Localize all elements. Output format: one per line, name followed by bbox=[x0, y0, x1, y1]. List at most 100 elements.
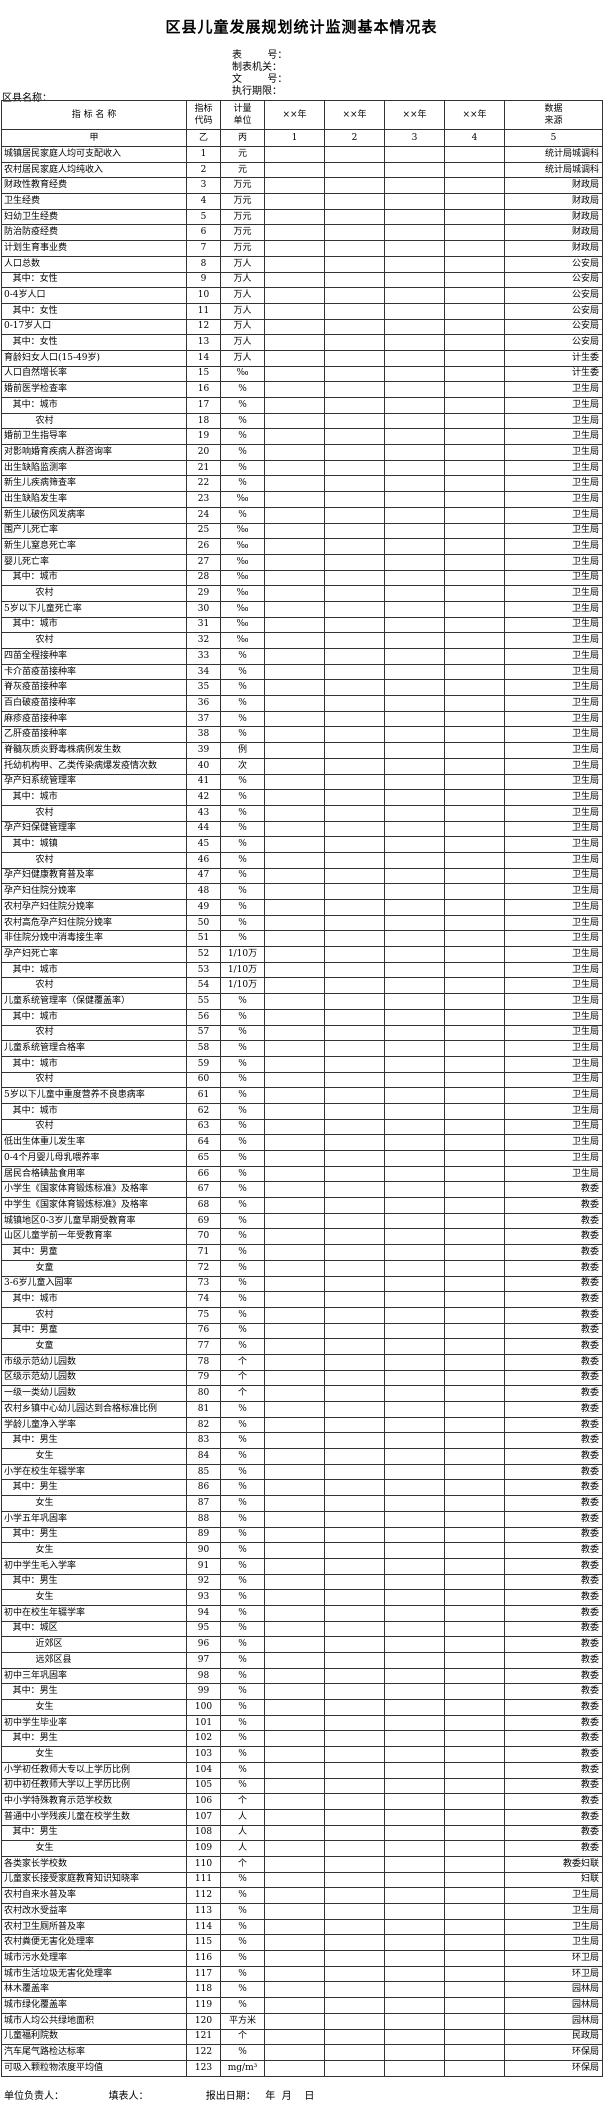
table-row: 居民合格碘盐食用率 66% 卫生局 bbox=[1, 1165, 603, 1183]
table-row: 其中：城市 56% 卫生局 bbox=[1, 1008, 603, 1026]
year-3-value bbox=[384, 1855, 445, 1873]
table-row: 儿童福利院数 121 个 民政局 bbox=[1, 2028, 603, 2046]
year-1-value bbox=[264, 302, 325, 320]
indicator-name: 其中：男生 bbox=[1, 1730, 187, 1748]
indicator-name: 低出生体重儿发生率 bbox=[1, 1134, 187, 1151]
year-4-value bbox=[444, 1134, 505, 1151]
year-4-value bbox=[444, 1699, 505, 1716]
year-4-value bbox=[444, 177, 505, 195]
table-row: 新生儿疾病筛查率 22% 卫生局 bbox=[1, 475, 603, 493]
indicator-code: 51 bbox=[186, 930, 221, 948]
year-3-value bbox=[384, 993, 445, 1010]
data-source: 教委 bbox=[504, 1479, 603, 1497]
year-3-value bbox=[384, 491, 445, 508]
indicator-name: 居民合格碘盐食用率 bbox=[1, 1165, 187, 1183]
year-4-value bbox=[444, 1808, 505, 1826]
indicator-code: 61 bbox=[186, 1087, 221, 1104]
year-2-value bbox=[324, 1746, 385, 1763]
indicator-name: 小学五年巩固率 bbox=[1, 1510, 187, 1528]
data-source: 教委 bbox=[504, 1683, 603, 1701]
year-1-value bbox=[264, 1040, 325, 1057]
year-1-value bbox=[264, 1808, 325, 1826]
year-2-value bbox=[324, 1777, 385, 1795]
indicator-code: 92 bbox=[186, 1573, 221, 1591]
data-source: 卫生局 bbox=[504, 851, 603, 869]
data-source: 教委 bbox=[504, 1212, 603, 1230]
table-row: 财政性教育经费 3 万元 财政局 bbox=[1, 177, 603, 195]
year-1-value bbox=[264, 1730, 325, 1748]
year-3-value bbox=[384, 1965, 445, 1983]
indicator-unit: % bbox=[220, 1887, 265, 1904]
year-2-value bbox=[324, 397, 385, 414]
indicator-unit: ‰ bbox=[220, 585, 265, 602]
data-source: 卫生局 bbox=[504, 1903, 603, 1920]
table-row: 其中：男生 89% 教委 bbox=[1, 1526, 603, 1544]
indicator-name: 0-17岁人口 bbox=[1, 318, 187, 336]
indicator-unit: % bbox=[220, 820, 265, 838]
year-2-value bbox=[324, 1463, 385, 1481]
data-source: 财政局 bbox=[504, 193, 603, 210]
year-4-value bbox=[444, 1950, 505, 1967]
data-source: 民政局 bbox=[504, 2028, 603, 2046]
indicator-name: 农村 bbox=[1, 412, 187, 430]
indicator-code: 85 bbox=[186, 1463, 221, 1481]
table-row: 小学五年巩固率 88% 教委 bbox=[1, 1510, 603, 1528]
year-4-value bbox=[444, 616, 505, 634]
indicator-code: 14 bbox=[186, 349, 221, 367]
year-4-value bbox=[444, 569, 505, 587]
data-source: 卫生局 bbox=[504, 914, 603, 932]
year-2-value bbox=[324, 1338, 385, 1355]
table-row: 农村居民家庭人均纯收入 2 元 统计局城调科 bbox=[1, 161, 603, 179]
indicator-code: 15 bbox=[186, 365, 221, 383]
year-4-value bbox=[444, 742, 505, 759]
indicator-name: 农村粪便无害化处理率 bbox=[1, 1934, 187, 1952]
indicator-name: 其中：城市 bbox=[1, 569, 187, 587]
table-row: 5岁以下儿童死亡率 30 ‰ 卫生局 bbox=[1, 600, 603, 618]
indicator-unit: ‰ bbox=[220, 616, 265, 634]
indicator-code: 10 bbox=[186, 287, 221, 304]
indicator-unit: 万元 bbox=[220, 240, 265, 257]
data-source: 卫生局 bbox=[504, 726, 603, 744]
data-source: 教委 bbox=[504, 1557, 603, 1575]
year-3-value bbox=[384, 585, 445, 602]
indicator-name: 城市绿化覆盖率 bbox=[1, 1997, 187, 2014]
data-source: 卫生局 bbox=[504, 1102, 603, 1120]
year-2-value bbox=[324, 1118, 385, 1136]
indicator-code: 16 bbox=[186, 381, 221, 398]
year-2-value bbox=[324, 2059, 385, 2077]
data-source: 教委 bbox=[504, 1699, 603, 1716]
data-source: 环保局 bbox=[504, 2059, 603, 2077]
year-3-value bbox=[384, 255, 445, 273]
indicator-code: 101 bbox=[186, 1714, 221, 1732]
year-4-value bbox=[444, 757, 505, 775]
indicator-unit: % bbox=[220, 397, 265, 414]
year-3-value bbox=[384, 648, 445, 665]
year-1-value bbox=[264, 365, 325, 383]
data-source: 统计局城调科 bbox=[504, 161, 603, 179]
indicator-name: 女生 bbox=[1, 1589, 187, 1606]
year-4-value bbox=[444, 1102, 505, 1120]
year-4-value bbox=[444, 459, 505, 477]
year-3-value bbox=[384, 679, 445, 697]
table-row: 农村自来水普及率 112% 卫生局 bbox=[1, 1887, 603, 1904]
indicator-name: 出生缺陷监测率 bbox=[1, 459, 187, 477]
table-row: 其中：男生 83% 教委 bbox=[1, 1432, 603, 1450]
year-1-value bbox=[264, 2059, 325, 2077]
table-row: 各类家长学校数 110 个 教委妇联 bbox=[1, 1855, 603, 1873]
indicator-name: 其中：城市 bbox=[1, 1291, 187, 1308]
year-2-value bbox=[324, 648, 385, 665]
indicator-name: 其中：男生 bbox=[1, 1683, 187, 1701]
year-2-value bbox=[324, 428, 385, 446]
year-2-value bbox=[324, 1981, 385, 1999]
indicator-name: 城市人均公共绿地面积 bbox=[1, 2012, 187, 2030]
year-1-value bbox=[264, 1306, 325, 1324]
year-1-value bbox=[264, 1887, 325, 1904]
year-1-value bbox=[264, 1714, 325, 1732]
index-cell: 5 bbox=[504, 129, 603, 147]
data-source: 公安局 bbox=[504, 318, 603, 336]
year-2-value bbox=[324, 2028, 385, 2046]
year-3-value bbox=[384, 1997, 445, 2014]
table-row: 农村 63% 卫生局 bbox=[1, 1118, 603, 1136]
data-source: 卫生局 bbox=[504, 867, 603, 885]
year-4-value bbox=[444, 600, 505, 618]
